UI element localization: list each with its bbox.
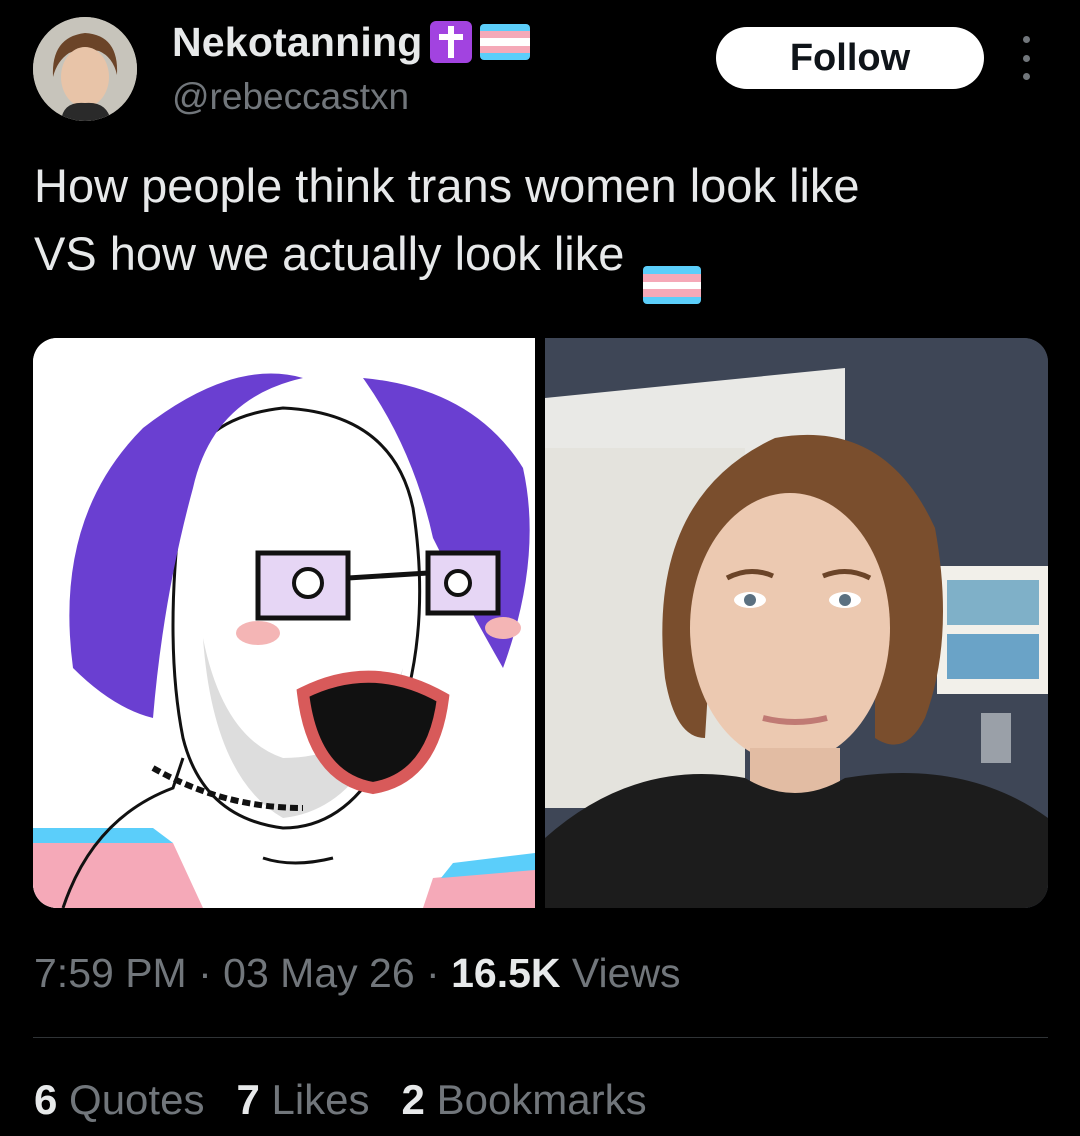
tweet-time[interactable]: 7:59 PM <box>34 950 187 996</box>
likes-label: Likes <box>271 1076 370 1123</box>
more-vertical-icon[interactable] <box>1012 36 1040 80</box>
tweet-meta: 7:59 PM · 03 May 26 · 16.5K Views <box>34 950 681 997</box>
divider <box>33 1037 1048 1038</box>
latin-cross-emoji-icon <box>430 21 473 63</box>
bookmarks-count: 2 <box>401 1076 425 1123</box>
author-display-name[interactable]: Nekotanning <box>172 19 422 66</box>
views-count: 16.5K <box>451 950 561 996</box>
author-name-row[interactable]: Nekotanning <box>172 14 531 70</box>
transgender-flag-icon <box>480 24 531 60</box>
tweet-text-line-1: How people think trans women look like <box>34 159 860 212</box>
media-image-photo[interactable] <box>545 338 1048 908</box>
stat-quotes[interactable]: 6 Quotes <box>34 1076 204 1124</box>
author-handle[interactable]: @rebeccastxn <box>172 76 409 118</box>
meta-separator: · <box>198 950 212 996</box>
engagement-stats: 6 Quotes 7 Likes 2 Bookmarks <box>34 1076 647 1124</box>
bookmarks-label: Bookmarks <box>436 1076 647 1123</box>
tweet-text-line-2: VS how we actually look like <box>34 220 1054 305</box>
tweet-text: How people think trans women look like V… <box>34 152 1054 305</box>
stat-bookmarks[interactable]: 2 Bookmarks <box>402 1076 647 1124</box>
quotes-label: Quotes <box>69 1076 205 1123</box>
quotes-count: 6 <box>34 1076 58 1123</box>
stat-likes[interactable]: 7 Likes <box>236 1076 369 1124</box>
transgender-flag-icon <box>643 266 702 305</box>
tweet-date[interactable]: 03 May 26 <box>223 950 414 996</box>
likes-count: 7 <box>236 1076 260 1123</box>
tweet-text-line-2-content: VS how we actually look like <box>34 227 625 280</box>
views-label: Views <box>571 950 681 996</box>
media-image-cartoon[interactable] <box>33 338 535 908</box>
meta-separator: · <box>426 950 440 996</box>
follow-button[interactable]: Follow <box>716 27 984 89</box>
author-avatar[interactable] <box>33 17 137 121</box>
